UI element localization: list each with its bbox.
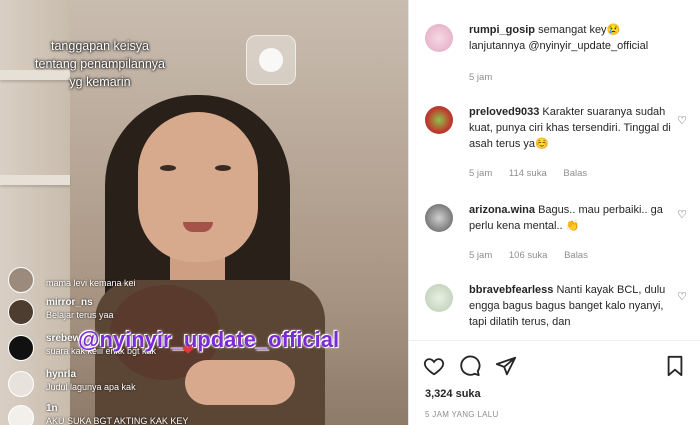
avatar[interactable]: [425, 284, 453, 312]
caption-line: yg kemarin: [69, 75, 131, 89]
comments-panel: rumpi_gosip semangat key😢 lanjutannya @n…: [409, 0, 700, 425]
reply-button[interactable]: Balas: [564, 250, 588, 261]
record-icon: [259, 48, 283, 72]
comment-likes[interactable]: 114 suka: [509, 168, 547, 179]
live-comment-text: Belajar terus yaa: [46, 310, 114, 320]
shelf: [0, 175, 70, 185]
comment-time: 5 jam: [469, 72, 493, 83]
comment-likes[interactable]: 106 suka: [509, 250, 548, 261]
comment-username[interactable]: bbravebfearless: [469, 284, 553, 296]
avatar: [8, 299, 34, 325]
person-face: [138, 112, 258, 262]
comment-username[interactable]: preloved9033: [469, 106, 539, 118]
live-comment-text: AKU SUKA BGT AKTING KAK KEY: [46, 416, 189, 425]
comment-time: 5 jam: [469, 168, 493, 179]
avatar: [8, 335, 34, 361]
comment-icon[interactable]: [459, 355, 481, 377]
person-hands: [185, 360, 295, 405]
avatar[interactable]: [425, 106, 453, 134]
video-caption: tanggapan keisya tentang penampilannya y…: [0, 37, 200, 91]
comment: bbravebfearless Nanti kayak BCL, dulu en…: [425, 282, 695, 340]
like-comment-icon[interactable]: ♡: [677, 114, 687, 127]
like-comment-icon[interactable]: ♡: [677, 290, 687, 303]
video-frame[interactable]: tanggapan keisya tentang penampilannya y…: [0, 0, 408, 425]
caption-line: tanggapan keisya: [51, 39, 149, 53]
reply-button[interactable]: Balas: [563, 168, 587, 179]
heart-reaction-icon: ❤: [182, 342, 194, 358]
live-comment-user: 1n: [46, 403, 58, 414]
comment-body: rumpi_gosip semangat key😢 lanjutannya @n…: [469, 22, 677, 54]
live-comment-user: hynrla: [46, 369, 77, 380]
comment-meta: 5 jam 114 suka Balas: [469, 168, 601, 179]
avatar: [8, 371, 34, 397]
live-comment-text: Judul lagunya apa kak: [46, 382, 136, 392]
live-comment-user: srebew: [46, 333, 81, 344]
post-timestamp: 5 JAM YANG LALU: [425, 410, 499, 419]
comment-body: arizona.wina Bagus.. mau perbaiki.. ga p…: [469, 202, 677, 234]
comment-meta: 5 jam: [469, 72, 506, 83]
comment-meta: 5 jam 106 suka Balas: [469, 250, 602, 261]
likes-count[interactable]: 3,324 suka: [425, 388, 481, 400]
like-comment-icon[interactable]: ♡: [677, 208, 687, 221]
comment-body: preloved9033 Karakter suaranya sudah kua…: [469, 104, 677, 152]
comment-time: 5 jam: [469, 250, 493, 261]
action-bar: [409, 340, 700, 391]
live-comment-text: mama levi kemana kei: [46, 278, 136, 288]
eye: [160, 165, 176, 171]
avatar: [8, 267, 34, 293]
watermark: @nyinyir_update_official: [78, 327, 340, 352]
avatar: [8, 405, 34, 425]
comment-body: bbravebfearless Nanti kayak BCL, dulu en…: [469, 282, 677, 330]
avatar[interactable]: [425, 204, 453, 232]
comment-username[interactable]: rumpi_gosip: [469, 24, 535, 36]
comment-username[interactable]: arizona.wina: [469, 204, 535, 216]
bookmark-icon[interactable]: [664, 355, 686, 377]
caption-line: tentang penampilannya: [35, 57, 165, 71]
avatar[interactable]: [425, 24, 453, 52]
send-icon[interactable]: [495, 355, 517, 377]
camera-toggle-button[interactable]: [246, 35, 296, 85]
live-comment-user: mirror_ns: [46, 297, 93, 308]
eye: [215, 165, 231, 171]
heart-icon[interactable]: [423, 355, 445, 377]
